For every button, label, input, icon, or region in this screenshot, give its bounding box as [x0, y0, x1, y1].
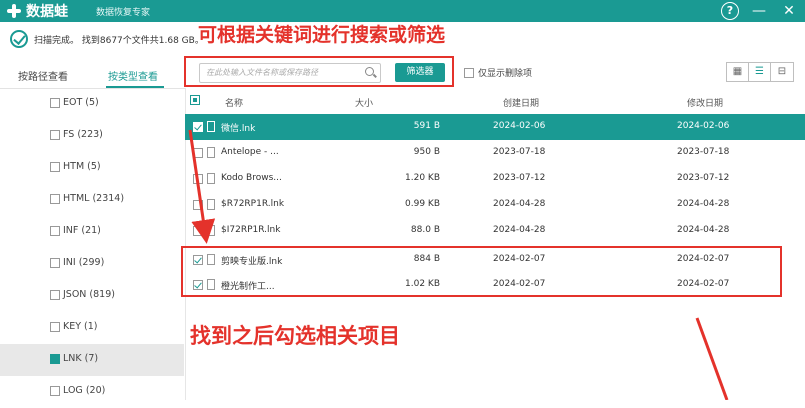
app-subtitle: 数据恢复专家 [96, 8, 151, 18]
sidebar-item-label: JSON (819) [63, 289, 115, 300]
sidebar-item-label: KEY (1) [63, 321, 98, 332]
row-checkbox[interactable] [193, 148, 203, 158]
list-view-icon[interactable]: ☰ [749, 63, 771, 81]
sidebar-item-fs[interactable]: FS (223) [0, 120, 184, 152]
close-button[interactable]: ✕ [779, 1, 799, 21]
file-size: 0.99 KB [405, 199, 440, 209]
window-controls: ? — ✕ [721, 1, 799, 21]
annotation-search-tip: 可根据关键词进行搜索或筛选 [198, 24, 446, 46]
sidebar-checkbox[interactable] [50, 322, 60, 332]
view-switcher: ▦ ☰ ⊟ [726, 62, 794, 82]
created-date: 2024-04-28 [493, 225, 546, 235]
sidebar-item-label: LOG (20) [63, 385, 106, 396]
table-row[interactable]: 微信.lnk 591 B 2024-02-06 2024-02-06 [185, 114, 805, 140]
sidebar-item-inf[interactable]: INF (21) [0, 216, 184, 248]
plus-logo-icon [6, 3, 22, 19]
scan-status: 扫描完成。 找到8677个文件共1.68 GB。 [34, 36, 204, 46]
file-name: Kodo Brows... [221, 173, 282, 183]
sidebar-item-label: FS (223) [63, 129, 103, 140]
sidebar-item-log[interactable]: LOG (20) [0, 376, 184, 408]
sidebar-item-label: EOT (5) [63, 97, 99, 108]
sidebar-item-ini[interactable]: INI (299) [0, 248, 184, 280]
check-circle-icon [10, 30, 28, 48]
file-icon [207, 121, 215, 132]
annotation-row-frame [181, 246, 782, 297]
file-icon [207, 173, 215, 184]
detail-view-icon[interactable]: ⊟ [771, 63, 793, 81]
annotation-search-frame [184, 56, 454, 87]
annotation-arrow-right [695, 317, 729, 400]
sidebar-item-json[interactable]: JSON (819) [0, 280, 184, 312]
sidebar-checkbox[interactable] [50, 386, 60, 396]
help-button[interactable]: ? [721, 2, 739, 20]
table-row[interactable]: Antelope - ... 950 B 2023-07-18 2023-07-… [185, 140, 805, 166]
sidebar-checkbox[interactable] [50, 162, 60, 172]
minimize-button[interactable]: — [749, 1, 769, 21]
column-name[interactable]: 名称 [225, 96, 243, 109]
table-row[interactable]: $R72RP1R.lnk 0.99 KB 2024-04-28 2024-04-… [185, 192, 805, 218]
sidebar-item-html[interactable]: HTML (2314) [0, 184, 184, 216]
modified-date: 2024-04-28 [677, 225, 730, 235]
modified-date: 2024-04-28 [677, 199, 730, 209]
sidebar-item-label: HTM (5) [63, 161, 101, 172]
created-date: 2023-07-18 [493, 147, 546, 157]
table-row[interactable]: $I72RP1R.lnk 88.0 B 2024-04-28 2024-04-2… [185, 218, 805, 244]
file-size: 591 B [413, 121, 440, 131]
annotation-check-tip: 找到之后勾选相关项目 [190, 324, 400, 348]
tab-by-type[interactable]: 按类型查看 [108, 68, 158, 83]
sidebar-checkbox[interactable] [50, 290, 60, 300]
row-checkbox[interactable] [193, 226, 203, 236]
sidebar-checkbox[interactable] [50, 226, 60, 236]
only-deleted-label: 仅显示删除项 [478, 69, 533, 79]
sidebar-checkbox[interactable] [50, 258, 60, 268]
sidebar-item-label: HTML (2314) [63, 193, 125, 204]
file-icon [207, 147, 215, 158]
modified-date: 2024-02-06 [677, 121, 730, 131]
sidebar-item-label: LNK (7) [63, 353, 99, 364]
file-type-list: EOT (5) FS (223) HTM (5) HTML (2314) INF… [0, 88, 186, 400]
column-modified[interactable]: 修改日期 [687, 96, 723, 109]
sidebar-item-label: INF (21) [63, 225, 101, 236]
row-checkbox[interactable] [193, 200, 203, 210]
sidebar-checkbox[interactable] [50, 130, 60, 140]
row-checkbox[interactable] [193, 122, 203, 132]
grid-view-icon[interactable]: ▦ [727, 63, 749, 81]
column-size[interactable]: 大小 [355, 96, 373, 109]
table-row[interactable]: Kodo Brows... 1.20 KB 2023-07-12 2023-07… [185, 166, 805, 192]
file-size: 88.0 B [410, 225, 440, 235]
app-name: 数据蛙 [26, 4, 68, 20]
only-deleted-checkbox[interactable] [464, 67, 474, 78]
file-size: 950 B [413, 147, 440, 157]
file-name: Antelope - ... [221, 147, 279, 157]
sidebar-item-eot[interactable]: EOT (5) [0, 88, 184, 120]
tab-by-path[interactable]: 按路径查看 [18, 68, 68, 83]
created-date: 2023-07-12 [493, 173, 546, 183]
file-name: $R72RP1R.lnk [221, 199, 285, 209]
sidebar-item-lnk[interactable]: LNK (7) [0, 344, 184, 376]
view-mode-tabs: 按路径查看 按类型查看 [0, 62, 185, 89]
select-all-checkbox[interactable] [190, 95, 200, 105]
file-name: $I72RP1R.lnk [221, 225, 281, 235]
table-header: 名称 大小 创建日期 修改日期 [185, 90, 805, 112]
sidebar-checkbox[interactable] [50, 98, 60, 108]
sidebar-checkbox[interactable] [50, 354, 60, 364]
file-icon [207, 225, 215, 236]
file-icon [207, 199, 215, 210]
column-created[interactable]: 创建日期 [503, 96, 539, 109]
file-size: 1.20 KB [405, 173, 440, 183]
created-date: 2024-04-28 [493, 199, 546, 209]
modified-date: 2023-07-12 [677, 173, 730, 183]
created-date: 2024-02-06 [493, 121, 546, 131]
app-logo: 数据蛙 [6, 2, 68, 20]
row-checkbox[interactable] [193, 174, 203, 184]
sidebar-item-htm[interactable]: HTM (5) [0, 152, 184, 184]
file-name: 微信.lnk [221, 124, 256, 134]
only-deleted-toggle[interactable]: 仅显示删除项 [464, 66, 532, 79]
sidebar-checkbox[interactable] [50, 194, 60, 204]
modified-date: 2023-07-18 [677, 147, 730, 157]
sidebar-item-key[interactable]: KEY (1) [0, 312, 184, 344]
sidebar-item-label: INI (299) [63, 257, 105, 268]
